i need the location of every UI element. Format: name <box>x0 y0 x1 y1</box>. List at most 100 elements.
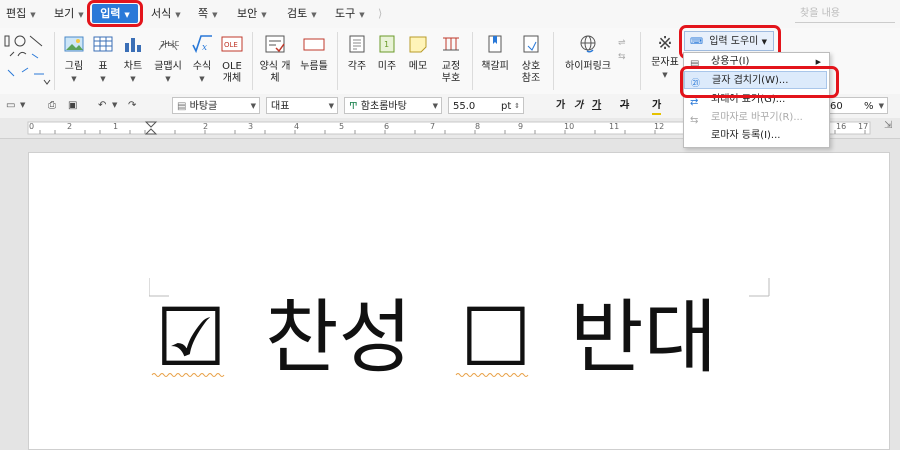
footnote-icon <box>349 35 365 53</box>
menu-security-label: 보안 <box>237 7 258 20</box>
insert-equation-button[interactable]: x 수식 ▼ <box>188 28 216 85</box>
font-size-input[interactable]: 55.0 pt ⇕ <box>448 97 524 114</box>
insert-chart-button[interactable]: 차트 ▼ <box>119 28 147 85</box>
chevron-down-icon: ▼ <box>130 75 136 83</box>
preview-icon[interactable]: ▣ <box>68 98 77 113</box>
menu-review-label: 검토 <box>287 7 308 20</box>
bold-button[interactable]: 가 <box>556 98 565 113</box>
menu-view[interactable]: 보기 ▼ <box>54 6 84 22</box>
hyperlink-icon <box>580 35 596 53</box>
ruler-mark: 8 <box>475 122 481 131</box>
search-input[interactable]: 찾을 내용 <box>795 6 895 23</box>
menu-item-romanize: ⇆ 로마자로 바꾸기(R)... <box>684 109 827 127</box>
ole-icon: OLE <box>221 36 243 52</box>
chevron-down-icon: ▼ <box>165 75 171 83</box>
redo-icon[interactable]: ↷ <box>128 98 136 113</box>
menu-format[interactable]: 서식 ▼ <box>151 6 181 22</box>
bookmark-button[interactable]: 책갈피 <box>478 28 512 73</box>
menu-item-register-roman-label: 로마자 등록(I)... <box>711 130 781 141</box>
chevron-down-icon[interactable]: ▼ <box>20 98 25 113</box>
svg-text:1: 1 <box>384 40 389 49</box>
style-select[interactable]: ▤ 바탕글 ▼ <box>172 97 260 114</box>
menu-edit[interactable]: 편집 ▼ <box>6 6 36 22</box>
strikethrough-button[interactable]: 가 <box>620 98 629 113</box>
insert-equation-label: 수식 <box>192 61 212 72</box>
font-size-unit: pt <box>501 101 512 112</box>
chevron-down-icon: ▼ <box>175 11 181 19</box>
symbol-button[interactable]: ※ 문자표 ▼ <box>648 28 682 81</box>
menu-page[interactable]: 쪽 ▼ <box>198 6 218 22</box>
bookmark-label: 책갈피 <box>481 61 509 72</box>
menu-tools[interactable]: 도구 ▼ <box>335 6 365 22</box>
chevron-down-icon: ▼ <box>432 102 438 110</box>
more-icon[interactable]: ⟩ <box>378 6 382 22</box>
shapes-gallery[interactable] <box>4 34 52 90</box>
wordart-icon: 가나다 <box>158 40 183 51</box>
reference-mark-icon: ※ <box>657 33 673 54</box>
hyperlink-label: 하이퍼링크 <box>565 61 611 72</box>
ruler-mark: 4 <box>294 122 300 131</box>
ribbon-separator <box>472 32 473 90</box>
insert-ole-button[interactable]: OLE OLE 개체 <box>219 28 245 85</box>
field-button[interactable]: 누름틀 <box>296 28 332 73</box>
memo-icon <box>409 36 427 53</box>
ruler-mark: 2 <box>203 122 209 131</box>
chevron-down-icon: ▼ <box>261 11 267 19</box>
ruler-settings-icon[interactable]: ⇲ <box>884 120 892 131</box>
menu-security[interactable]: 보안 ▼ <box>237 6 267 22</box>
italic-button[interactable]: 가 <box>574 98 583 113</box>
proofreading-label: 교정 부호 <box>441 61 461 84</box>
ruler-mark: 10 <box>564 122 575 131</box>
zoom-select[interactable]: 60% ▼ <box>826 97 888 114</box>
chevron-down-icon[interactable]: ▼ <box>112 98 117 113</box>
insert-table-button[interactable]: 표 ▼ <box>91 28 115 85</box>
font-color-button[interactable]: 가 <box>652 98 662 115</box>
underline-button[interactable]: 가 <box>592 98 601 113</box>
svg-text:가나다: 가나다 <box>160 40 179 49</box>
chevron-down-icon: ▼ <box>662 71 668 79</box>
ribbon-separator <box>553 32 554 90</box>
proofreading-icon <box>443 37 459 51</box>
insert-ole-label: OLE 개체 <box>222 61 242 84</box>
ruler-mark: 1 <box>113 122 119 131</box>
highlight-ring-insert <box>87 0 143 27</box>
footnote-button[interactable]: 각주 <box>343 28 371 73</box>
insert-wordart-button[interactable]: 가나다 글맵시 ▼ <box>151 28 185 85</box>
table-icon <box>93 36 113 52</box>
hyperlink-button[interactable]: 하이퍼링크 <box>560 28 616 73</box>
endnote-button[interactable]: 1 미주 <box>373 28 401 73</box>
menu-tools-label: 도구 <box>335 7 356 20</box>
chevron-down-icon: ▼ <box>30 11 36 19</box>
form-object-button[interactable]: 양식 개체 <box>258 28 292 85</box>
chevron-down-icon: ▼ <box>71 75 77 83</box>
language-select[interactable]: 대표 ▼ <box>266 97 338 114</box>
field-label: 누름틀 <box>300 61 328 72</box>
cross-reference-button[interactable]: 상호 참조 <box>516 28 546 85</box>
menu-page-label: 쪽 <box>198 7 209 20</box>
stepper-icon: ⇕ <box>514 102 520 110</box>
memo-label: 메모 <box>408 61 428 72</box>
menu-format-label: 서식 <box>151 7 172 20</box>
ribbon-separator <box>252 32 253 90</box>
font-select[interactable]: Ͳ 함초롬바탕 ▼ <box>344 97 442 114</box>
memo-button[interactable]: 메모 <box>404 28 432 73</box>
ruler-mark: 16 <box>836 122 847 131</box>
proofreading-mark-button[interactable]: 교정 부호 <box>436 28 466 85</box>
chevron-down-icon: ▼ <box>359 11 365 19</box>
menu-review[interactable]: 검토 ▼ <box>287 6 317 22</box>
symbol-label: 문자표 <box>651 57 679 68</box>
layout-icon[interactable]: ▭ <box>6 98 15 113</box>
insert-picture-button[interactable]: 그림 ▼ <box>59 28 89 85</box>
field-icon <box>303 38 325 51</box>
menu-item-register-roman[interactable]: 로마자 등록(I)... <box>684 127 827 145</box>
chevron-down-icon: ▼ <box>878 102 884 110</box>
chevron-down-icon: ▼ <box>199 75 205 83</box>
bookmark-icon <box>488 35 502 53</box>
undo-icon[interactable]: ↶ <box>98 98 106 113</box>
ruler-mark: 6 <box>384 122 390 131</box>
disagree-text[interactable]: 반대 <box>570 290 717 386</box>
ruler-mark: 9 <box>518 122 524 131</box>
ruler-mark: 0 <box>29 122 35 131</box>
language-value: 대표 <box>271 101 290 112</box>
print-icon[interactable]: ⎙ <box>48 98 56 113</box>
